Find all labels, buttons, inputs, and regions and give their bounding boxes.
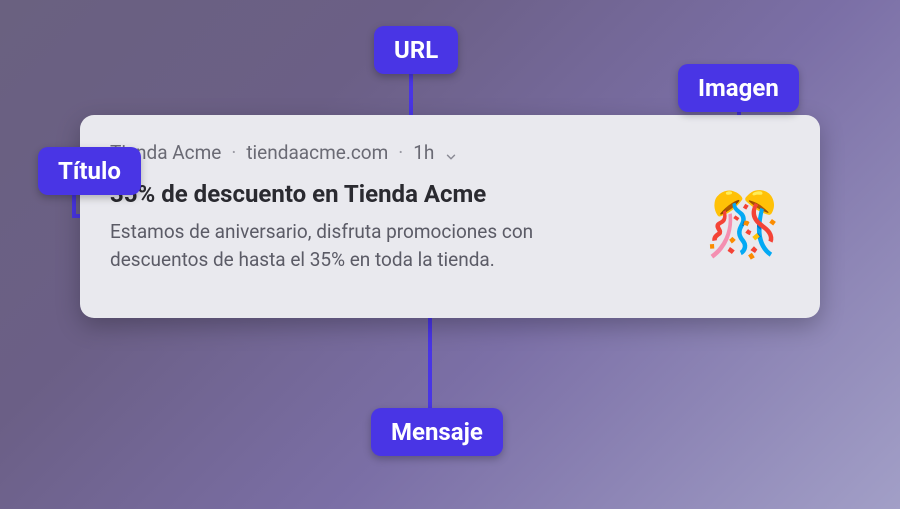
label-pill-imagen: Imagen xyxy=(678,64,799,112)
notification-header: Tienda Acme · tiendaacme.com · 1h xyxy=(110,141,790,164)
label-pill-url: URL xyxy=(374,26,458,74)
notification-time: 1h xyxy=(413,141,434,164)
notification-text-column: 35% de descuento en Tienda Acme Estamos … xyxy=(110,180,680,273)
diagram-stage: Tienda Acme · tiendaacme.com · 1h 35% de… xyxy=(0,0,900,509)
confetti-icon: 🎊 xyxy=(705,195,782,257)
connector-mensaje xyxy=(428,318,432,408)
notification-card[interactable]: Tienda Acme · tiendaacme.com · 1h 35% de… xyxy=(80,115,820,318)
notification-message: Estamos de aniversario, disfruta promoci… xyxy=(110,218,630,273)
notification-url: tiendaacme.com xyxy=(246,141,388,164)
chevron-down-icon[interactable] xyxy=(444,146,458,160)
label-pill-titulo: Título xyxy=(38,147,141,195)
notification-title: 35% de descuento en Tienda Acme xyxy=(110,180,680,208)
separator-dot: · xyxy=(231,141,236,164)
label-pill-mensaje: Mensaje xyxy=(371,408,503,456)
separator-dot: · xyxy=(398,141,403,164)
notification-body: 35% de descuento en Tienda Acme Estamos … xyxy=(110,180,790,273)
notification-image: 🎊 xyxy=(698,180,790,272)
